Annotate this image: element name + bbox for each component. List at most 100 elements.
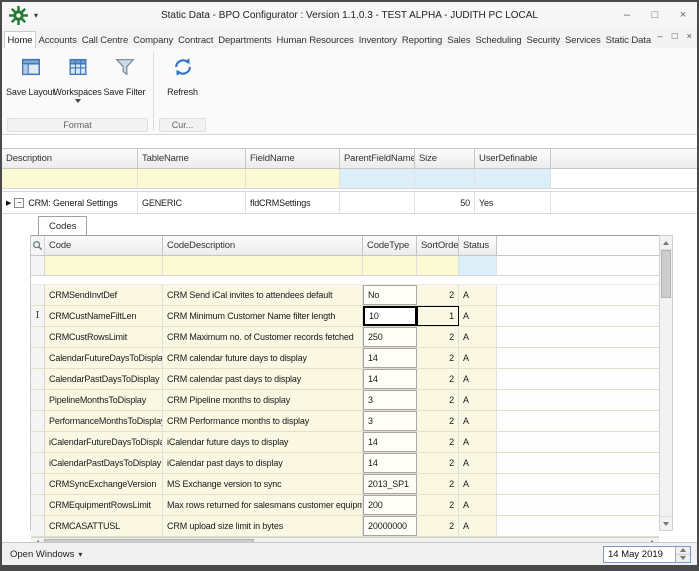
cell-sortorder[interactable]: 2 [417,369,459,389]
cell-code[interactable]: CRMSendInvtDef [45,285,163,305]
cell-codedescription[interactable]: CRM Performance months to display [163,411,363,431]
cell-code[interactable]: PerformanceMonthsToDisplay [45,411,163,431]
date-value[interactable]: 14 May 2019 [604,549,675,560]
cell-codetype[interactable]: 14 [363,348,417,368]
cell-sortorder[interactable]: 2 [417,411,459,431]
cell-sortorder[interactable]: 2 [417,474,459,494]
cell-code[interactable]: CalendarPastDaysToDisplay [45,369,163,389]
tab-inventory[interactable]: Inventory [356,32,399,48]
column-header-codedescription[interactable]: CodeDescription [163,236,363,255]
filter-userdefinable-input[interactable] [475,169,551,188]
workspaces-dropdown-icon[interactable] [75,99,81,103]
table-row[interactable]: CRMSyncExchangeVersion MS Exchange versi… [31,474,659,495]
tab-accounts[interactable]: Accounts [36,32,79,48]
cell-codetype[interactable]: 14 [363,453,417,473]
cell-codedescription[interactable]: iCalendar past days to display [163,453,363,473]
master-cell-parentfieldname[interactable] [340,192,415,213]
column-header-tablename[interactable]: TableName [138,149,246,168]
mdi-close-icon[interactable]: × [686,31,692,42]
tab-codes[interactable]: Codes [38,216,87,235]
cell-sortorder[interactable]: 2 [417,390,459,410]
cell-status[interactable]: A [459,516,497,536]
spinner-up-icon[interactable] [676,547,690,554]
filter-description-input[interactable] [2,169,138,188]
filter-codedescription-input[interactable] [163,256,363,275]
cell-code[interactable]: iCalendarFutureDaysToDisplay [45,432,163,452]
cell-codedescription[interactable]: Max rows returned for salesmans customer… [163,495,363,515]
scroll-up-icon[interactable] [660,236,672,250]
cell-code[interactable]: iCalendarPastDaysToDisplay [45,453,163,473]
cell-codetype[interactable]: 14 [363,369,417,389]
master-cell-userdefinable[interactable]: Yes [475,192,551,213]
cell-status[interactable]: A [459,369,497,389]
table-row[interactable]: PipelineMonthsToDisplay CRM Pipeline mon… [31,390,659,411]
tab-contract[interactable]: Contract [176,32,216,48]
cell-codetype[interactable]: No [363,285,417,305]
tab-sales[interactable]: Sales [445,32,473,48]
column-header-description[interactable]: Description [2,149,138,168]
cell-status[interactable]: A [459,474,497,494]
cell-codedescription[interactable]: CRM calendar past days to display [163,369,363,389]
mdi-minimize-icon[interactable]: – [657,31,662,42]
filter-codetype-input[interactable] [363,256,417,275]
filter-parentfieldname-input[interactable] [340,169,415,188]
cell-code[interactable]: CRMEquipmentRowsLimit [45,495,163,515]
table-row[interactable]: CRMCustRowsLimit CRM Maximum no. of Cust… [31,327,659,348]
spinner-down-icon[interactable] [676,554,690,562]
filter-size-input[interactable] [415,169,475,188]
ribbon-group-caption-current[interactable]: Cur... [159,118,206,132]
cell-status[interactable]: A [459,390,497,410]
cell-codetype[interactable]: 3 [363,390,417,410]
cell-code[interactable]: CRMCASATTUSL [45,516,163,536]
filter-sortorder-input[interactable] [417,256,459,275]
search-icon[interactable] [31,236,45,255]
cell-status[interactable]: A [459,285,497,305]
master-cell-tablename[interactable]: GENERIC [138,192,246,213]
cell-codedescription[interactable]: CRM calendar future days to display [163,348,363,368]
table-row[interactable]: CRMEquipmentRowsLimit Max rows returned … [31,495,659,516]
save-filter-button[interactable]: Save Filter [101,51,148,97]
cell-sortorder-selected[interactable]: 1 [417,306,459,326]
table-row[interactable]: PerformanceMonthsToDisplay CRM Performan… [31,411,659,432]
cell-codetype[interactable]: 3 [363,411,417,431]
vertical-scrollbar-thumb[interactable] [661,250,671,298]
refresh-button[interactable]: Refresh [159,51,206,97]
tab-call-centre[interactable]: Call Centre [79,32,130,48]
vertical-scrollbar[interactable] [659,235,673,531]
cell-codedescription[interactable]: iCalendar future days to display [163,432,363,452]
cell-codetype[interactable]: 200 [363,495,417,515]
cell-sortorder[interactable]: 2 [417,432,459,452]
cell-codetype[interactable]: 250 [363,327,417,347]
minimize-button[interactable]: – [613,2,641,28]
save-layout-button[interactable]: Save Layout [7,51,54,97]
filter-fieldname-input[interactable] [246,169,340,188]
tab-security[interactable]: Security [524,32,563,48]
tab-services[interactable]: Services [563,32,604,48]
master-cell-description[interactable]: ▶ − CRM: General Settings [2,192,138,213]
cell-codedescription[interactable]: CRM Pipeline months to display [163,390,363,410]
table-row[interactable]: CRMCASATTUSL CRM upload size limit in by… [31,516,659,537]
cell-sortorder[interactable]: 2 [417,285,459,305]
table-row-selected[interactable]: I CRMCustNameFiltLen CRM Minimum Custome… [31,306,659,327]
filter-code-input[interactable] [45,256,163,275]
mdi-restore-icon[interactable]: □ [672,31,678,42]
cell-code[interactable]: CRMSyncExchangeVersion [45,474,163,494]
tab-home[interactable]: Home [4,31,36,48]
cell-codedescription[interactable]: CRM upload size limit in bytes [163,516,363,536]
cell-code[interactable]: PipelineMonthsToDisplay [45,390,163,410]
cell-codedescription[interactable]: CRM Send iCal invites to attendees defau… [163,285,363,305]
tab-company[interactable]: Company [131,32,176,48]
cell-status[interactable]: A [459,432,497,452]
cell-codetype[interactable]: 14 [363,432,417,452]
column-header-status[interactable]: Status [459,236,497,255]
quick-access-dropdown-icon[interactable]: ▾ [34,11,38,20]
cell-status[interactable]: A [459,411,497,431]
column-header-size[interactable]: Size [415,149,475,168]
master-cell-size[interactable]: 50 [415,192,475,213]
table-row[interactable]: iCalendarPastDaysToDisplay iCalendar pas… [31,453,659,474]
tab-human-resources[interactable]: Human Resources [274,32,356,48]
cell-codetype-selected[interactable]: 10 [363,306,417,326]
table-row[interactable]: CalendarPastDaysToDisplay CRM calendar p… [31,369,659,390]
cell-status[interactable]: A [459,348,497,368]
cell-sortorder[interactable]: 2 [417,516,459,536]
